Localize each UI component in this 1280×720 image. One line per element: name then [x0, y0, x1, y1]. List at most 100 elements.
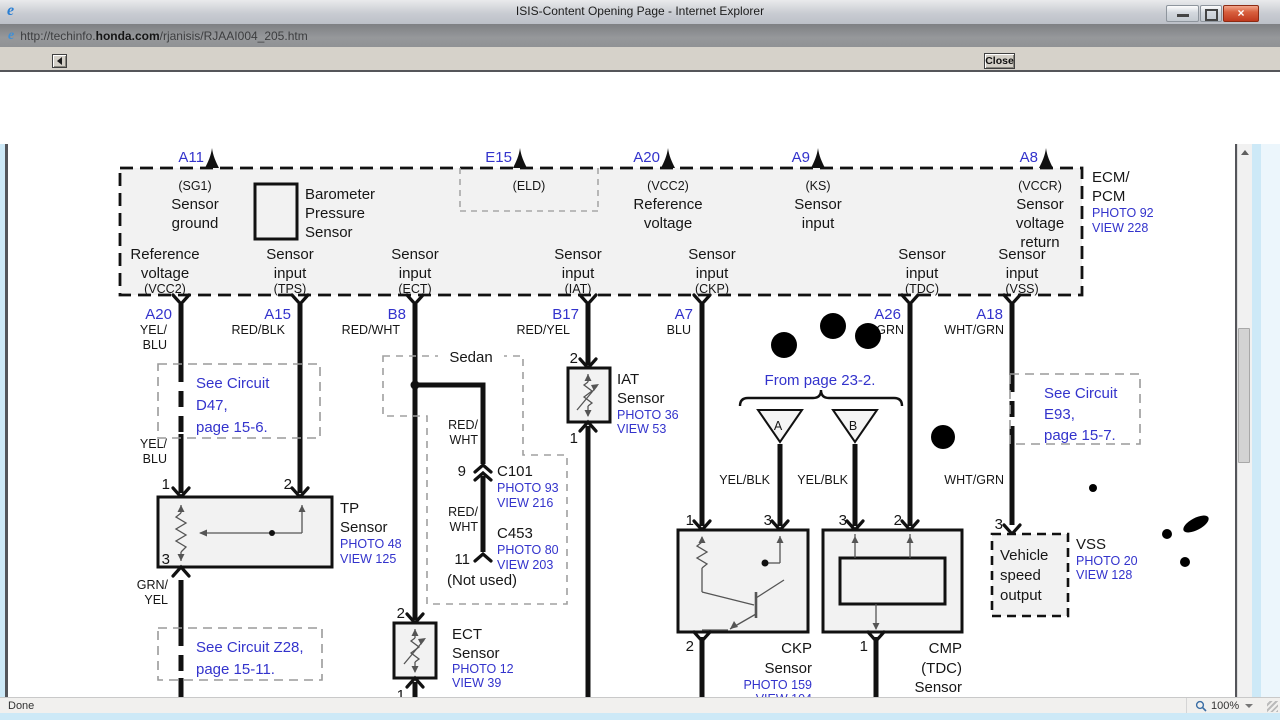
zoom-control[interactable]: 100%: [1186, 698, 1262, 713]
svg-text:D47,: D47,: [196, 397, 228, 414]
triangle-a-label: A: [774, 419, 783, 433]
address-bar[interactable]: e http://techinfo.honda.com/rjanisis/RJA…: [0, 24, 1280, 47]
toolbar: Close: [0, 47, 1280, 72]
zoom-percent: 100%: [1211, 699, 1240, 712]
barometer-sensor-symbol: [253, 182, 299, 241]
wire-red-wht-a2: WHT: [450, 433, 479, 447]
pin-label-a8: A8: [1020, 149, 1038, 166]
vcc2-sub: (VCC2): [647, 179, 689, 193]
wire-red-yel: RED/YEL: [517, 323, 571, 337]
svg-text:Sensor: Sensor: [898, 246, 946, 263]
maximize-button[interactable]: [1200, 5, 1222, 22]
ecm-name-2: PCM: [1092, 188, 1125, 205]
ect-name-1: ECT: [452, 626, 482, 643]
ect-pin2: 2: [397, 605, 405, 622]
pin-label-a9: A9: [792, 149, 810, 166]
svg-text:page 15-7.: page 15-7.: [1044, 427, 1116, 444]
scrollbar-thumb[interactable]: [1238, 328, 1250, 463]
status-text: Done: [8, 700, 35, 712]
window-border-right-outer: [1261, 144, 1280, 720]
c453-view-link[interactable]: VIEW 203: [497, 558, 553, 572]
pin-symbol: [205, 148, 219, 168]
title-bar: e ISIS-Content Opening Page - Internet E…: [0, 0, 1280, 25]
tp-name-1: TP: [340, 500, 359, 517]
window-border-bottom: [0, 713, 1280, 720]
iat-view-link[interactable]: VIEW 53: [617, 422, 666, 436]
url-text[interactable]: http://techinfo.honda.com/rjanisis/RJAAI…: [20, 29, 307, 43]
svg-text:input: input: [274, 265, 307, 282]
vss-sensor: 3 Vehicle speed output VSS PHOTO 20 VIEW…: [990, 516, 1138, 618]
back-arrow-icon: [57, 57, 62, 65]
from-page-label: From page 23-2.: [765, 372, 876, 389]
iat-name-2: Sensor: [617, 390, 665, 407]
c101-photo-link[interactable]: PHOTO 93: [497, 481, 559, 495]
vss-name: VSS: [1076, 536, 1106, 553]
wire-red-blk: RED/BLK: [232, 323, 286, 337]
window-border-right: [1252, 144, 1261, 720]
back-button[interactable]: [52, 54, 67, 68]
tp-view-link[interactable]: VIEW 125: [340, 552, 396, 566]
vss-photo-link[interactable]: PHOTO 20: [1076, 554, 1138, 568]
scroll-up-button[interactable]: [1238, 144, 1252, 160]
iat-pin2: 2: [570, 350, 578, 367]
brace: [738, 389, 904, 407]
ecm-view-link[interactable]: VIEW 228: [1092, 221, 1148, 235]
close-page-button[interactable]: Close: [984, 53, 1015, 69]
wiring-diagram: A11 E15 A20 A9 A8 (SG1) Sensor ground Ba…: [118, 148, 1209, 720]
resize-grip[interactable]: [1267, 701, 1278, 712]
c101-view-link[interactable]: VIEW 216: [497, 496, 553, 510]
sedan-label: Sedan: [449, 349, 492, 366]
c101-pin: 9: [458, 463, 466, 480]
svg-text:Sensor: Sensor: [688, 246, 736, 263]
conn-a15: A15: [264, 306, 291, 323]
browser-window: e ISIS-Content Opening Page - Internet E…: [0, 0, 1280, 720]
vss-view-link[interactable]: VIEW 128: [1076, 568, 1132, 582]
pin-label-a11: A11: [178, 149, 204, 166]
status-bar: Done 100%: [0, 697, 1280, 713]
svg-text:(VCC2): (VCC2): [144, 282, 186, 296]
svg-text:See Circuit: See Circuit: [1044, 385, 1118, 402]
ect-photo-link[interactable]: PHOTO 12: [452, 662, 514, 676]
conn-a7: A7: [675, 306, 693, 323]
iat-photo-link[interactable]: PHOTO 36: [617, 408, 679, 422]
c453-name: C453: [497, 525, 533, 542]
tp-sensor: 1 2 TP Sensor PHOTO 48 VIEW 125 3: [156, 476, 402, 578]
vss-box-l3: output: [1000, 587, 1043, 604]
eld-label: (ELD): [513, 179, 546, 193]
window-title: ISIS-Content Opening Page - Internet Exp…: [515, 4, 765, 18]
maximize-icon: [1204, 9, 1218, 21]
ckp-name-1: CKP: [781, 640, 812, 657]
zoom-dropdown-icon[interactable]: [1245, 703, 1254, 708]
iat-pin1: 1: [570, 430, 578, 447]
ect-sensor: 2 ECT Sensor PHOTO 12 VIEW 39 1: [392, 605, 514, 704]
ckp-photo-link[interactable]: PHOTO 159: [743, 678, 812, 692]
tp-photo-link[interactable]: PHOTO 48: [340, 537, 402, 551]
wire-red-wht: RED/WHT: [342, 323, 401, 337]
baro-l2: Pressure: [305, 205, 365, 222]
svg-text:See Circuit Z28,: See Circuit Z28,: [196, 639, 304, 656]
ks-sub: (KS): [806, 179, 831, 193]
vcc2-l1: Reference: [633, 196, 702, 213]
wire-red-wht-b1: RED/: [448, 505, 478, 519]
ect-name-2: Sensor: [452, 645, 500, 662]
c101-name: C101: [497, 463, 533, 480]
wire-yel-blu-1a: YEL/: [140, 323, 168, 337]
svg-text:(ECT): (ECT): [398, 282, 431, 296]
content-border-left: [5, 144, 8, 720]
magnifier-icon: [1195, 700, 1207, 712]
wire-yel-blu-2a: YEL/: [140, 437, 168, 451]
ect-view-link[interactable]: VIEW 39: [452, 676, 501, 690]
tp-pin3: 3: [162, 551, 170, 568]
page-content: A11 E15 A20 A9 A8 (SG1) Sensor ground Ba…: [0, 72, 1280, 720]
ecm-photo-link[interactable]: PHOTO 92: [1092, 206, 1154, 220]
minimize-button[interactable]: [1166, 5, 1199, 22]
baro-l1: Barometer: [305, 186, 375, 203]
svg-text:Sensor: Sensor: [266, 246, 314, 263]
wire-wht-grn-2: WHT/GRN: [944, 473, 1004, 487]
window-close-button[interactable]: ×: [1223, 5, 1259, 22]
vss-pin3: 3: [995, 516, 1003, 533]
svg-text:page 15-11.: page 15-11.: [196, 661, 275, 678]
c453-photo-link[interactable]: PHOTO 80: [497, 543, 559, 557]
wire-blu: BLU: [667, 323, 691, 337]
svg-text:(CKP): (CKP): [695, 282, 729, 296]
